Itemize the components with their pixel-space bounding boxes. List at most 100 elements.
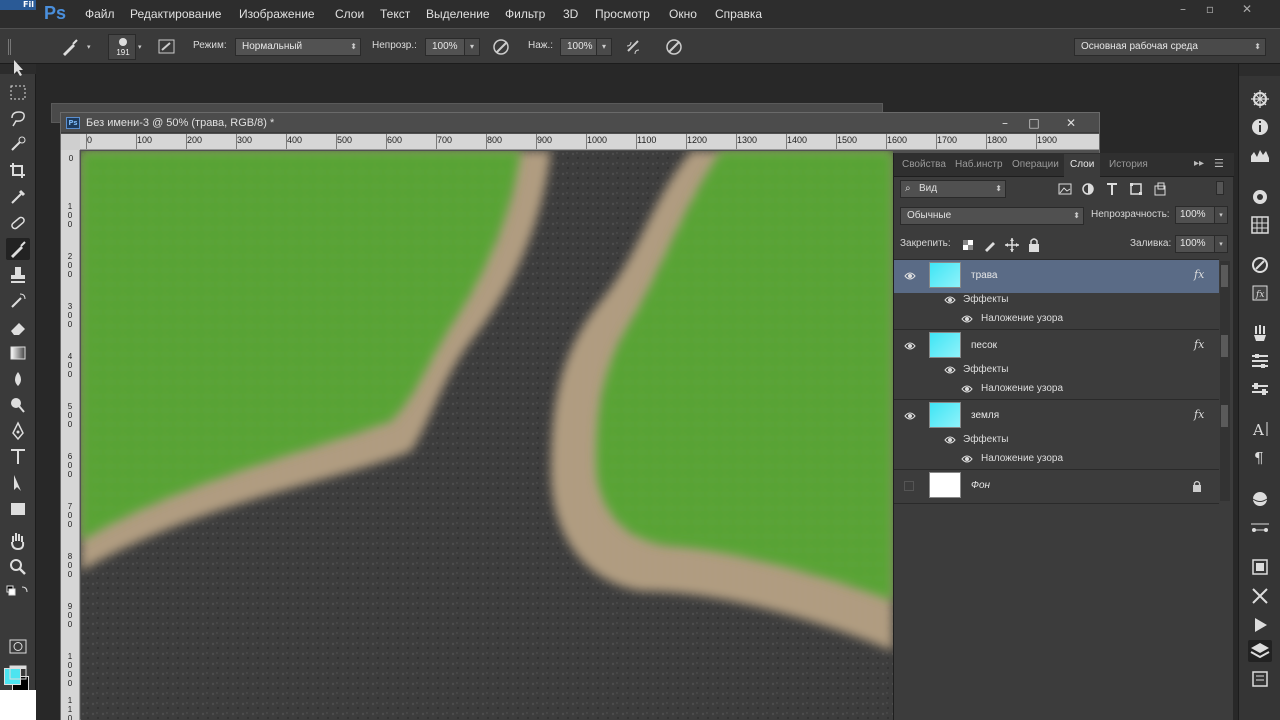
brush-tool-preset-icon[interactable] [60, 37, 80, 57]
marquee-tool-icon[interactable] [6, 82, 30, 104]
vertical-ruler[interactable]: 0 100 200 300 400 500 600 700 800 900 10… [61, 150, 80, 720]
menu-window[interactable]: Окно [669, 7, 697, 21]
clone-source-panel-icon[interactable] [1248, 378, 1272, 400]
3d-panel-icon[interactable] [1248, 488, 1272, 510]
visibility-eye-icon[interactable] [961, 454, 973, 464]
fx-icon[interactable]: fx [1194, 338, 1204, 351]
layer-row-background[interactable]: Фон [894, 469, 1219, 503]
layer-row-sand[interactable]: песок fx [894, 329, 1219, 363]
quick-mask-icon[interactable] [6, 636, 30, 658]
fill-dropdown-icon[interactable]: ▾ [1214, 235, 1228, 253]
tab-history[interactable]: История [1109, 159, 1148, 170]
scroll-thumb[interactable] [1221, 265, 1228, 287]
document-canvas[interactable] [81, 151, 893, 720]
visibility-eye-icon[interactable] [944, 435, 956, 445]
horizontal-ruler[interactable]: 0 100 200 300 400 500 600 700 800 900 10… [80, 134, 1099, 150]
filter-shape-icon[interactable] [1128, 181, 1144, 197]
brush-panel-icon[interactable] [1248, 350, 1272, 372]
brush-size-picker[interactable]: 191 [108, 34, 136, 60]
brush-dropdown-icon[interactable]: ▾ [138, 43, 142, 51]
collapse-panel-icon[interactable]: ▸▸ [1194, 158, 1204, 169]
fill-input[interactable]: 100% [1175, 235, 1215, 253]
histogram-panel-icon[interactable] [1248, 144, 1272, 166]
layer-opacity-dropdown-icon[interactable]: ▾ [1214, 206, 1228, 224]
layer-name[interactable]: трава [971, 270, 997, 281]
gradient-tool-icon[interactable] [6, 342, 30, 364]
menu-image[interactable]: Изображение [239, 7, 315, 21]
history-brush-tool-icon[interactable] [6, 290, 30, 312]
visibility-empty-box[interactable] [904, 481, 914, 491]
menu-layer[interactable]: Слои [335, 7, 364, 21]
lock-transparent-icon[interactable] [960, 237, 976, 253]
swatches-panel-icon[interactable] [1248, 214, 1272, 236]
screen-mode-icon[interactable] [6, 662, 30, 684]
visibility-eye-icon[interactable] [904, 271, 916, 281]
tab-tool-presets[interactable]: Наб.инстр [955, 159, 1003, 170]
layer-name[interactable]: песок [971, 340, 997, 351]
opacity-pressure-icon[interactable] [491, 37, 511, 57]
blend-mode-select[interactable]: Обычные ⬍ [900, 207, 1084, 225]
timeline-panel-icon[interactable] [1248, 516, 1272, 538]
layer-filter-select[interactable]: ⌕ Вид ⬍ [900, 180, 1006, 198]
brush-presets-panel-icon[interactable] [1248, 322, 1272, 344]
styles-panel-icon[interactable]: fx [1248, 282, 1272, 304]
paragraph-panel-icon[interactable]: ¶ [1248, 446, 1272, 468]
menu-file[interactable]: Файл [85, 7, 115, 21]
actions-panel-icon[interactable] [1248, 556, 1272, 578]
pattern-overlay-row-grass[interactable]: Наложение узора [894, 310, 1219, 328]
layer-row-grass[interactable]: трава fx [894, 259, 1219, 293]
pattern-overlay-row-soil[interactable]: Наложение узора [894, 450, 1219, 468]
character-panel-icon[interactable]: A [1248, 418, 1272, 440]
crop-tool-icon[interactable] [6, 160, 30, 182]
menu-filter[interactable]: Фильтр [505, 7, 545, 21]
visibility-eye-icon[interactable] [944, 365, 956, 375]
tab-layers[interactable]: Слои [1070, 159, 1094, 170]
panel-menu-icon[interactable]: ☰ [1214, 157, 1224, 170]
pressure-input[interactable]: 100% [560, 38, 598, 56]
clone-stamp-tool-icon[interactable] [6, 264, 30, 286]
preset-dropdown-icon[interactable]: ▾ [87, 43, 91, 51]
scroll-thumb[interactable] [1221, 335, 1228, 357]
filter-adjustment-icon[interactable] [1080, 181, 1096, 197]
zoom-tool-icon[interactable] [6, 556, 30, 578]
lock-pixels-icon[interactable] [982, 237, 998, 253]
default-colors-icon[interactable] [6, 584, 30, 598]
app-close-button[interactable]: ✕ [1236, 2, 1258, 16]
menu-help[interactable]: Справка [715, 7, 762, 21]
pen-tool-icon[interactable] [6, 420, 30, 442]
brush-panel-toggle-icon[interactable] [158, 38, 176, 56]
document-tab[interactable]: Ps Без имени-3 @ 50% (трава, RGB/8) * – … [61, 113, 1099, 133]
play-action-icon[interactable] [1248, 614, 1272, 636]
tab-properties[interactable]: Свойства [902, 159, 946, 170]
app-minimize-button[interactable]: – [1172, 2, 1194, 16]
layer-row-soil[interactable]: земля fx [894, 399, 1219, 433]
app-restore-button[interactable]: ▫ [1199, 2, 1221, 16]
path-selection-tool-icon[interactable] [6, 472, 30, 494]
dodge-tool-icon[interactable] [6, 394, 30, 416]
fx-icon[interactable]: fx [1194, 268, 1204, 281]
navigator-panel-icon[interactable] [1248, 186, 1272, 208]
type-tool-icon[interactable] [6, 446, 30, 468]
visibility-eye-icon[interactable] [904, 411, 916, 421]
size-pressure-icon[interactable] [664, 37, 684, 57]
lock-position-icon[interactable] [1004, 237, 1020, 253]
info-panel-icon[interactable] [1248, 116, 1272, 138]
doc-maximize-button[interactable]: □ [1024, 115, 1044, 131]
adjustments-panel-icon[interactable] [1248, 254, 1272, 276]
color-panel-icon[interactable] [1248, 88, 1272, 110]
channels-panel-icon[interactable] [1248, 668, 1272, 690]
mode-select[interactable]: Нормальный ⬍ [235, 38, 361, 56]
menu-view[interactable]: Просмотр [595, 7, 650, 21]
quick-selection-tool-icon[interactable] [6, 134, 30, 156]
visibility-eye-icon[interactable] [944, 295, 956, 305]
scroll-thumb[interactable] [1221, 405, 1228, 427]
blur-tool-icon[interactable] [6, 368, 30, 390]
effects-row-soil[interactable]: Эффекты [894, 431, 1219, 449]
lock-all-icon[interactable] [1026, 237, 1042, 253]
menu-select[interactable]: Выделение [426, 7, 490, 21]
filter-toggle[interactable] [1216, 181, 1224, 195]
opacity-dropdown-icon[interactable]: ▾ [464, 38, 480, 56]
eyedropper-tool-icon[interactable] [6, 186, 30, 208]
filter-smart-object-icon[interactable] [1152, 181, 1168, 197]
layers-scrollbar[interactable] [1220, 261, 1230, 501]
